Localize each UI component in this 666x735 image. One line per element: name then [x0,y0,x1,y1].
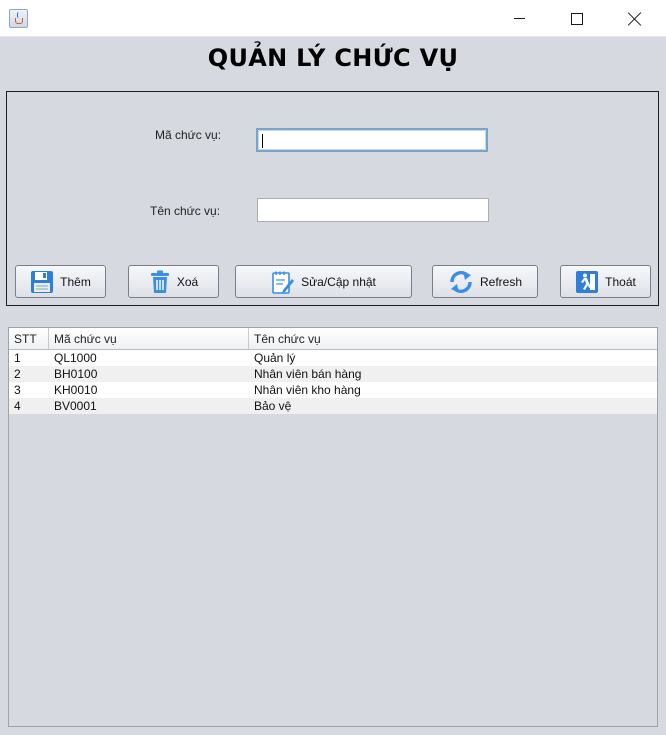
xoa-button[interactable]: Xoá [128,265,219,298]
table-row[interactable]: 2 BH0100 Nhân viên bán hàng [9,366,657,382]
table-header: STT Mã chức vụ Tên chức vụ [9,328,657,350]
table-row[interactable]: 3 KH0010 Nhân viên kho hàng [9,382,657,398]
cell-ma-chuc-vu: BH0100 [54,367,98,381]
cell-ten-chuc-vu: Quản lý [254,351,296,365]
cell-stt: 1 [14,351,21,365]
column-header-ma-chuc-vu[interactable]: Mã chức vụ [49,328,249,349]
exit-door-icon [576,270,599,293]
ma-chuc-vu-input[interactable] [256,128,488,152]
cell-ma-chuc-vu: QL1000 [54,351,97,365]
minimize-button[interactable] [496,0,542,37]
cell-ten-chuc-vu: Bảo vệ [254,399,292,413]
window-title-bar [0,0,666,37]
thoat-button-label: Thoát [605,274,636,289]
them-button-label: Thêm [60,274,91,289]
chuc-vu-table[interactable]: STT Mã chức vụ Tên chức vụ 1 QL1000 Quản… [8,327,658,727]
ten-chuc-vu-input[interactable] [257,198,489,222]
cell-ma-chuc-vu: KH0010 [54,383,98,397]
table-row[interactable]: 4 BV0001 Bảo vệ [9,398,657,414]
table-body: 1 QL1000 Quản lý 2 BH0100 Nhân viên bán … [9,350,657,414]
them-button[interactable]: Thêm [15,265,106,298]
close-icon [628,12,642,26]
cell-stt: 3 [14,383,21,397]
cell-ten-chuc-vu: Nhân viên kho hàng [254,383,361,397]
column-header-stt[interactable]: STT [9,328,49,349]
cell-stt: 4 [14,399,21,413]
cell-ma-chuc-vu: BV0001 [54,399,97,413]
sua-cap-nhat-button[interactable]: Sửa/Cập nhật [235,265,412,298]
refresh-button[interactable]: Refresh [432,265,538,298]
page-title: QUẢN LÝ CHỨC VỤ [207,44,459,72]
table-row[interactable]: 1 QL1000 Quản lý [9,350,657,366]
text-caret [262,134,263,148]
form-panel: Mã chức vụ: Tên chức vụ: Thêm Xoá Sửa/Cậ… [6,91,659,306]
cell-stt: 2 [14,367,21,381]
edit-notepad-icon [272,271,295,294]
thoat-button[interactable]: Thoát [560,265,651,298]
sua-cap-nhat-button-label: Sửa/Cập nhật [301,274,376,289]
xoa-button-label: Xoá [176,274,199,289]
maximize-button[interactable] [554,0,600,37]
column-header-ten-chuc-vu[interactable]: Tên chức vụ [249,328,657,349]
ma-chuc-vu-label: Mã chức vụ: [155,128,222,142]
java-cup-icon [9,9,28,28]
cell-ten-chuc-vu: Nhân viên bán hàng [254,367,362,381]
maximize-icon [571,12,583,25]
save-disk-icon [31,270,54,293]
refresh-button-label: Refresh [479,274,523,289]
refresh-arrows-icon [450,270,472,293]
ten-chuc-vu-label: Tên chức vụ: [150,204,221,218]
close-button[interactable] [612,0,658,37]
minimize-icon [513,18,525,19]
trash-icon [150,270,169,293]
